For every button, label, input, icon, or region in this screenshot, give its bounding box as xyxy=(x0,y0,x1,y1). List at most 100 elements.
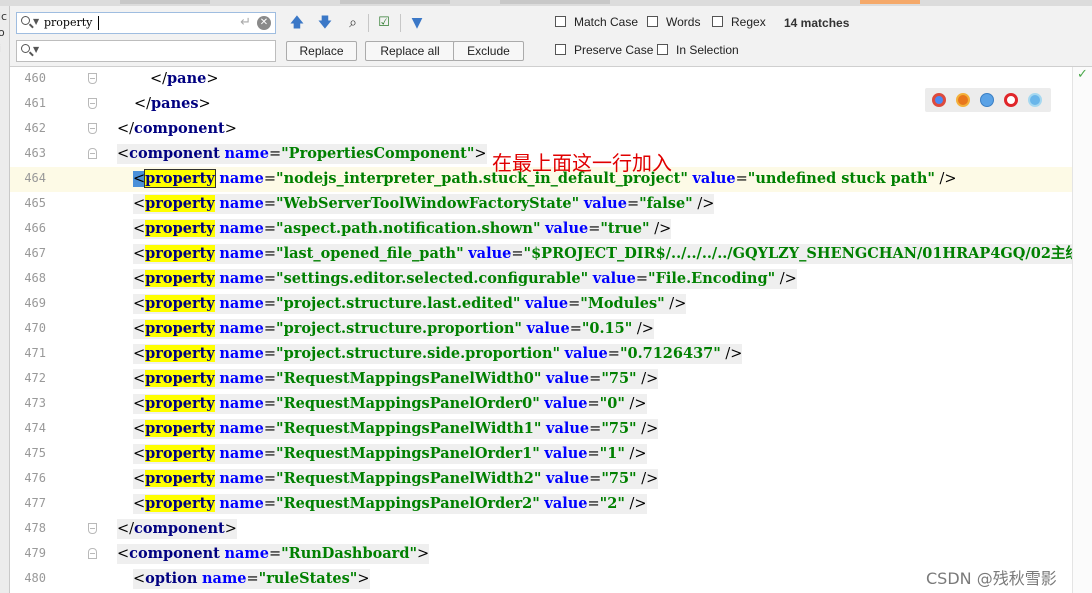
search-match-current: property xyxy=(144,169,216,188)
code-line[interactable]: 470 <property name="project.structure.pr… xyxy=(10,317,1072,342)
select-all-occurrences-icon[interactable]: ☑ xyxy=(375,14,393,32)
attr-value: "File.Encoding" xyxy=(648,270,776,287)
search-match: property xyxy=(145,270,215,287)
code-line[interactable]: 460 </pane> xyxy=(10,67,1072,92)
attr-name: value xyxy=(525,295,569,312)
code-line[interactable]: 480 <option name="ruleStates"> xyxy=(10,567,1072,592)
line-number: 471 xyxy=(24,346,46,360)
preserve-case-label: Preserve Case xyxy=(574,43,654,57)
annotation-text: 在最上面这一行加入 xyxy=(492,151,672,175)
code-line[interactable]: 479 <component name="RunDashboard"> xyxy=(10,542,1072,567)
match-count: 14 matches xyxy=(784,16,850,30)
line-number: 473 xyxy=(24,396,46,410)
enter-icon[interactable]: ↵ xyxy=(240,15,251,30)
code-line[interactable]: 472 <property name="RequestMappingsPanel… xyxy=(10,367,1072,392)
line-content: <component name="RunDashboard"> xyxy=(117,544,430,564)
attr-name: value xyxy=(544,495,588,512)
attr-name: name xyxy=(219,370,264,387)
replace-button[interactable]: Replace xyxy=(286,41,357,61)
checkbox-box[interactable] xyxy=(712,16,723,27)
search-input[interactable]: ▼ property ↵ ✕ xyxy=(16,12,276,34)
attr-name: name xyxy=(219,395,264,412)
checkbox-box[interactable] xyxy=(555,16,566,27)
search-icon xyxy=(21,44,30,53)
filter-icon[interactable]: ▼ xyxy=(408,14,426,32)
attr-name: value xyxy=(526,320,570,337)
code-line[interactable]: 471 <property name="project.structure.si… xyxy=(10,342,1072,367)
find-all-icon[interactable]: ⌕ xyxy=(344,14,362,32)
line-number: 469 xyxy=(24,296,46,310)
gutter-fragment: o xyxy=(0,26,5,39)
text-cursor xyxy=(98,16,99,30)
attr-value: "undefined stuck path" xyxy=(747,170,935,187)
attr-name: value xyxy=(468,245,512,262)
attr-value: "RequestMappingsPanelWidth1" xyxy=(276,420,542,437)
search-match: property xyxy=(145,445,215,462)
code-line[interactable]: 468 <property name="settings.editor.sele… xyxy=(10,267,1072,292)
attr-name: name xyxy=(219,170,264,187)
replace-history-dropdown-icon[interactable]: ▼ xyxy=(33,45,39,54)
attr-name: name xyxy=(219,320,264,337)
checkbox-box[interactable] xyxy=(555,44,566,55)
line-number: 463 xyxy=(24,146,46,160)
firefox-icon[interactable] xyxy=(956,93,970,107)
code-line[interactable]: 477 <property name="RequestMappingsPanel… xyxy=(10,492,1072,517)
search-history-dropdown-icon[interactable]: ▼ xyxy=(33,17,39,26)
code-line[interactable]: 475 <property name="RequestMappingsPanel… xyxy=(10,442,1072,467)
tag-name: panes xyxy=(151,95,199,112)
attr-name: value xyxy=(546,370,590,387)
code-line[interactable]: 478 </component> xyxy=(10,517,1072,542)
code-line[interactable]: 476 <property name="RequestMappingsPanel… xyxy=(10,467,1072,492)
ie-icon[interactable] xyxy=(1028,93,1042,107)
words-label: Words xyxy=(666,15,701,29)
fold-marker-icon[interactable] xyxy=(88,98,97,109)
chrome-icon[interactable] xyxy=(932,93,946,107)
attr-name: name xyxy=(219,445,264,462)
attr-name: name xyxy=(219,495,264,512)
code-line[interactable]: 469 <property name="project.structure.la… xyxy=(10,292,1072,317)
window-tab[interactable] xyxy=(500,0,610,4)
line-content: <property name="RequestMappingsPanelWidt… xyxy=(133,419,659,439)
prev-occurrence-icon[interactable]: 🡅 xyxy=(288,14,306,32)
replace-all-button[interactable]: Replace all xyxy=(365,41,455,61)
code-line[interactable]: 465 <property name="WebServerToolWindowF… xyxy=(10,192,1072,217)
line-number: 466 xyxy=(24,221,46,235)
fold-marker-icon[interactable] xyxy=(88,548,97,559)
code-line[interactable]: 461 </panes> xyxy=(10,92,1072,117)
search-icon[interactable] xyxy=(21,16,30,25)
attr-value: "settings.editor.selected.configurable" xyxy=(276,270,589,287)
fold-marker-icon[interactable] xyxy=(88,148,97,159)
checkbox-box[interactable] xyxy=(647,16,658,27)
search-match: property xyxy=(145,195,215,212)
checkbox-box[interactable] xyxy=(657,44,668,55)
attr-value: "ruleStates" xyxy=(258,570,358,587)
safari-icon[interactable] xyxy=(980,93,994,107)
editor-scrollbar[interactable]: ✓ xyxy=(1072,67,1092,593)
clear-icon[interactable]: ✕ xyxy=(257,16,271,30)
window-tab[interactable] xyxy=(120,0,210,4)
line-content: <property name="project.structure.last.e… xyxy=(133,294,687,314)
window-tab-active[interactable] xyxy=(860,0,920,4)
line-content: <property name="RequestMappingsPanelOrde… xyxy=(133,394,647,414)
code-line[interactable]: 473 <property name="RequestMappingsPanel… xyxy=(10,392,1072,417)
attr-name: name xyxy=(219,220,264,237)
code-editor[interactable]: 460 </pane> 461 </panes> 462 </component… xyxy=(10,67,1072,593)
fold-marker-icon[interactable] xyxy=(88,73,97,84)
gutter-fragment: ic xyxy=(0,10,8,23)
fold-marker-icon[interactable] xyxy=(88,523,97,534)
attr-name: value xyxy=(546,420,590,437)
line-number: 465 xyxy=(24,196,46,210)
code-line[interactable]: 474 <property name="RequestMappingsPanel… xyxy=(10,417,1072,442)
code-line[interactable]: 462 </component> xyxy=(10,117,1072,142)
code-line[interactable]: 466 <property name="aspect.path.notifica… xyxy=(10,217,1072,242)
replace-input[interactable]: ▼ xyxy=(16,40,276,62)
tag-name: component xyxy=(134,120,225,137)
window-tab[interactable] xyxy=(340,0,450,4)
opera-icon[interactable] xyxy=(1004,93,1018,107)
code-line[interactable]: 467 <property name="last_opened_file_pat… xyxy=(10,242,1072,267)
next-occurrence-icon[interactable]: 🡇 xyxy=(316,14,334,32)
exclude-button[interactable]: Exclude xyxy=(453,41,524,61)
fold-marker-icon[interactable] xyxy=(88,123,97,134)
line-number: 468 xyxy=(24,271,46,285)
attr-name: value xyxy=(692,170,736,187)
